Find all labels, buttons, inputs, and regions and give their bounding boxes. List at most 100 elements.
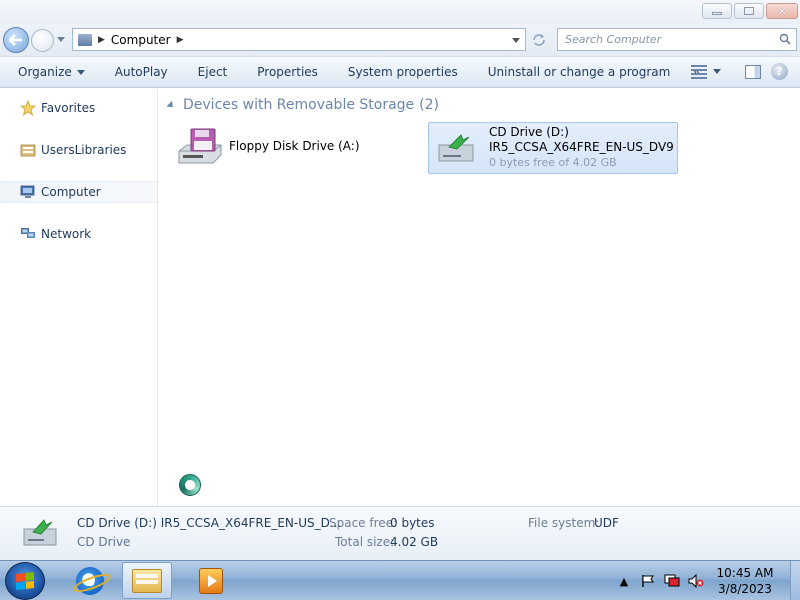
device-free-space: 0 bytes free of 4.02 GB <box>489 156 617 169</box>
command-bar: Organize AutoPlay Eject Properties Syste… <box>0 56 800 88</box>
toolbar-right-group: ? <box>691 63 788 80</box>
view-options-chevron-icon[interactable] <box>713 69 721 74</box>
search-icon[interactable] <box>779 33 791 45</box>
details-item-name: CD Drive (D:) IR5_CCSA_X64FRE_EN-US_D... <box>77 516 342 530</box>
recent-pages-dropdown[interactable] <box>57 37 65 42</box>
uninstall-label: Uninstall or change a program <box>487 65 671 79</box>
collapse-group-icon[interactable] <box>166 100 176 110</box>
refresh-icon <box>533 34 545 46</box>
group-title: Devices with Removable Storage <box>183 97 415 113</box>
taskbar-media-player[interactable] <box>186 562 236 599</box>
windows-logo-icon <box>16 572 34 590</box>
total-size-value: 4.02 GB <box>390 535 439 549</box>
change-view-icon[interactable] <box>691 64 707 79</box>
device-volume-label: IR5_CCSA_X64FRE_EN-US_DV9 <box>489 140 674 154</box>
address-history-dropdown[interactable] <box>512 38 520 43</box>
busy-spinner-icon <box>179 474 201 496</box>
volume-muted-icon[interactable] <box>688 573 704 589</box>
organize-menu[interactable]: Organize <box>18 65 85 79</box>
show-desktop-button[interactable] <box>790 561 800 600</box>
network-icon <box>20 226 36 242</box>
action-center-flag-icon[interactable] <box>640 573 656 589</box>
close-icon: ✕ <box>777 4 787 18</box>
nav-item-label: UsersLibraries <box>41 143 127 157</box>
taskbar-windows-explorer[interactable] <box>122 562 172 599</box>
minimize-button[interactable] <box>702 3 732 19</box>
search-box[interactable] <box>557 28 797 51</box>
nav-item-libraries[interactable]: UsersLibraries <box>0 139 157 161</box>
space-free-value: 0 bytes <box>390 516 435 530</box>
device-text: Floppy Disk Drive (A:) <box>229 125 360 154</box>
details-pane: CD Drive (D:) IR5_CCSA_X64FRE_EN-US_D...… <box>0 506 800 560</box>
cd-drive-icon <box>22 515 60 549</box>
device-text: CD Drive (D:) IR5_CCSA_X64FRE_EN-US_DV9 … <box>489 123 674 170</box>
windows-explorer-icon <box>132 568 162 593</box>
eject-label: Eject <box>197 65 228 79</box>
taskbar-internet-explorer[interactable]: e <box>65 562 115 599</box>
help-icon[interactable]: ? <box>771 63 788 80</box>
clock-date: 3/8/2023 <box>718 582 772 596</box>
media-player-icon <box>199 567 223 594</box>
start-button[interactable] <box>5 562 45 600</box>
search-input[interactable] <box>565 33 765 46</box>
computer-location-icon <box>78 33 92 46</box>
properties-button[interactable]: Properties <box>257 65 318 79</box>
address-row: ▶ Computer ▶ <box>0 24 800 56</box>
uninstall-program-button[interactable]: Uninstall or change a program <box>488 65 671 79</box>
address-bar[interactable]: ▶ Computer ▶ <box>72 28 526 51</box>
clock-time: 10:45 AM <box>716 566 774 580</box>
floppy-drive-icon <box>175 125 223 165</box>
internet-explorer-icon: e <box>76 566 104 595</box>
libraries-icon <box>20 142 36 158</box>
preview-pane-icon[interactable] <box>745 64 761 79</box>
nav-item-network[interactable]: Network <box>0 223 157 245</box>
autoplay-button[interactable]: AutoPlay <box>115 65 168 79</box>
title-bar: ✕ <box>0 0 800 24</box>
back-button[interactable] <box>3 27 29 53</box>
total-size-label: Total size: <box>335 535 395 549</box>
network-icon[interactable] <box>664 573 680 589</box>
system-properties-button[interactable]: System properties <box>348 65 458 79</box>
nav-item-computer[interactable]: Computer <box>0 181 157 203</box>
minimize-icon <box>712 12 722 15</box>
maximize-icon <box>744 7 754 15</box>
device-cd-drive[interactable]: CD Drive (D:) IR5_CCSA_X64FRE_EN-US_DV9 … <box>428 122 678 174</box>
navigation-pane: Favorites UsersLibraries Computer Networ… <box>0 89 158 506</box>
refresh-button[interactable] <box>529 30 549 50</box>
autoplay-label: AutoPlay <box>114 65 168 79</box>
forward-button[interactable] <box>31 29 54 52</box>
breadcrumb-arrow-icon[interactable]: ▶ <box>98 35 105 45</box>
maximize-button[interactable] <box>734 3 764 19</box>
chevron-down-icon <box>76 69 85 75</box>
group-header[interactable]: Devices with Removable Storage (2) <box>166 97 440 113</box>
caption-buttons: ✕ <box>702 3 798 19</box>
breadcrumb-computer[interactable]: Computer <box>111 33 171 47</box>
device-name: CD Drive (D:) <box>489 125 569 139</box>
device-floppy-drive[interactable]: Floppy Disk Drive (A:) <box>175 125 415 173</box>
show-hidden-icons[interactable]: ▲ <box>616 573 632 589</box>
computer-icon <box>20 184 36 200</box>
close-button[interactable]: ✕ <box>766 3 798 19</box>
space-free-label: Space free: <box>329 516 398 530</box>
taskbar: e ▲ 10:45 AM 3/8/2023 <box>0 560 800 600</box>
organize-label: Organize <box>18 65 72 79</box>
nav-item-label: Computer <box>41 185 101 199</box>
details-item-type: CD Drive <box>77 535 131 549</box>
nav-item-label: Network <box>41 227 92 241</box>
nav-item-label: Favorites <box>41 101 96 115</box>
nav-item-favorites[interactable]: Favorites <box>0 97 157 119</box>
system-properties-label: System properties <box>347 65 458 79</box>
system-tray: ▲ 10:45 AM 3/8/2023 <box>616 561 800 600</box>
file-system-label: File system: <box>528 516 600 530</box>
device-name: Floppy Disk Drive (A:) <box>229 139 360 153</box>
properties-label: Properties <box>257 65 318 79</box>
file-system-value: UDF <box>594 516 619 530</box>
back-arrow-icon <box>9 34 22 46</box>
cd-drive-icon <box>435 127 483 167</box>
star-icon <box>20 100 36 116</box>
eject-button[interactable]: Eject <box>198 65 228 79</box>
group-count: (2) <box>419 97 440 113</box>
file-list-view: Devices with Removable Storage (2) Flopp… <box>159 89 800 506</box>
breadcrumb-arrow-icon[interactable]: ▶ <box>177 35 184 45</box>
system-clock[interactable]: 10:45 AM 3/8/2023 <box>712 565 778 597</box>
